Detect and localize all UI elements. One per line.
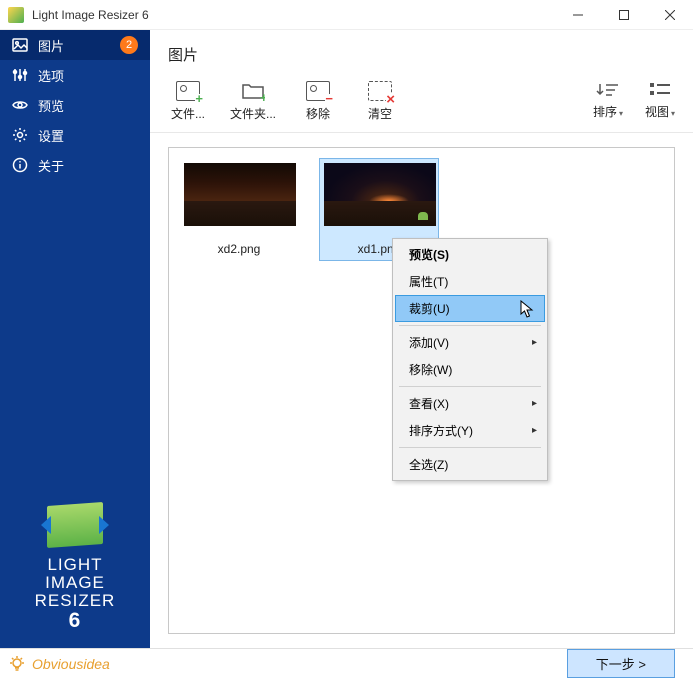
main-area: 图片 2 选项 预览 设置 关于 LIGHT IMAGE [0,30,693,648]
minimize-button[interactable] [555,0,601,30]
menu-item-view[interactable]: 查看(X)▸ [395,390,545,417]
image-icon [12,37,28,53]
menu-separator [399,447,541,448]
add-folder-button[interactable]: + 文件夹... [230,81,276,122]
sidebar-item-label: 预览 [38,96,64,115]
sidebar-item-label: 选项 [38,66,64,85]
sidebar-item-label: 图片 [38,36,64,55]
remove-button[interactable]: 移除 [298,81,338,122]
thumbnail-item[interactable]: xd2.png [179,158,299,261]
menu-item-properties[interactable]: 属性(T) [395,268,545,295]
logo-image [47,504,103,546]
toolbar-label: 文件夹... [230,105,276,122]
sidebar-item-label: 设置 [38,126,64,145]
menu-item-remove[interactable]: 移除(W) [395,356,545,383]
sidebar-logo: LIGHT IMAGE RESIZER 6 [0,504,150,632]
maximize-button[interactable] [601,0,647,30]
submenu-arrow-icon: ▸ [532,425,537,436]
view-button[interactable]: 视图▾ [645,81,675,120]
toolbar-label: 视图 [645,105,669,119]
context-menu: 预览(S) 属性(T) 裁剪(U) 添加(V)▸ 移除(W) 查看(X)▸ 排序… [392,238,548,481]
brand-text: Obviousidea [32,656,110,672]
window-title: Light Image Resizer 6 [32,8,555,22]
sort-button[interactable]: 排序▾ [593,81,623,120]
submenu-arrow-icon: ▸ [532,337,537,348]
clear-icon [368,81,392,101]
brand-link[interactable]: Obviousidea [8,655,110,673]
info-icon [12,157,28,173]
sidebar-item-settings[interactable]: 设置 [0,120,150,150]
sort-icon [596,81,620,99]
menu-item-add[interactable]: 添加(V)▸ [395,329,545,356]
toolbar-label: 移除 [306,105,330,122]
view-icon [648,81,672,99]
toolbar-label: 排序 [593,105,617,119]
menu-separator [399,325,541,326]
sidebar-item-label: 关于 [38,156,64,175]
cursor-icon [520,300,536,325]
bottom-bar: Obviousidea 下一步 > [0,648,693,678]
eye-icon [12,97,28,113]
remove-icon [306,81,330,101]
logo-text: LIGHT IMAGE RESIZER 6 [0,556,150,632]
sidebar-item-about[interactable]: 关于 [0,150,150,180]
menu-item-preview[interactable]: 预览(S) [395,241,545,268]
add-file-button[interactable]: 文件... [168,81,208,122]
bulb-icon [8,655,26,673]
thumbnail-image [184,163,296,226]
svg-text:+: + [260,90,265,101]
clear-button[interactable]: 清空 [360,81,400,122]
add-file-icon [176,81,200,101]
thumbnail-image [324,163,436,226]
title-bar: Light Image Resizer 6 [0,0,693,30]
page-title: 图片 [150,30,693,73]
toolbar-label: 文件... [171,105,205,122]
sidebar-item-options[interactable]: 选项 [0,60,150,90]
gear-icon [12,127,28,143]
image-count-badge: 2 [120,36,138,54]
submenu-arrow-icon: ▸ [532,398,537,409]
toolbar: 文件... + 文件夹... 移除 清空 排序▾ [150,73,693,133]
sidebar: 图片 2 选项 预览 设置 关于 LIGHT IMAGE [0,30,150,648]
menu-item-sortby[interactable]: 排序方式(Y)▸ [395,417,545,444]
sidebar-item-images[interactable]: 图片 2 [0,30,150,60]
next-button[interactable]: 下一步 > [567,649,675,678]
menu-separator [399,386,541,387]
thumbnail-filename: xd2.png [184,242,294,256]
close-button[interactable] [647,0,693,30]
sidebar-item-preview[interactable]: 预览 [0,90,150,120]
sliders-icon [12,67,28,83]
add-folder-icon: + [241,81,265,101]
app-icon [8,7,24,23]
menu-item-selectall[interactable]: 全选(Z) [395,451,545,478]
